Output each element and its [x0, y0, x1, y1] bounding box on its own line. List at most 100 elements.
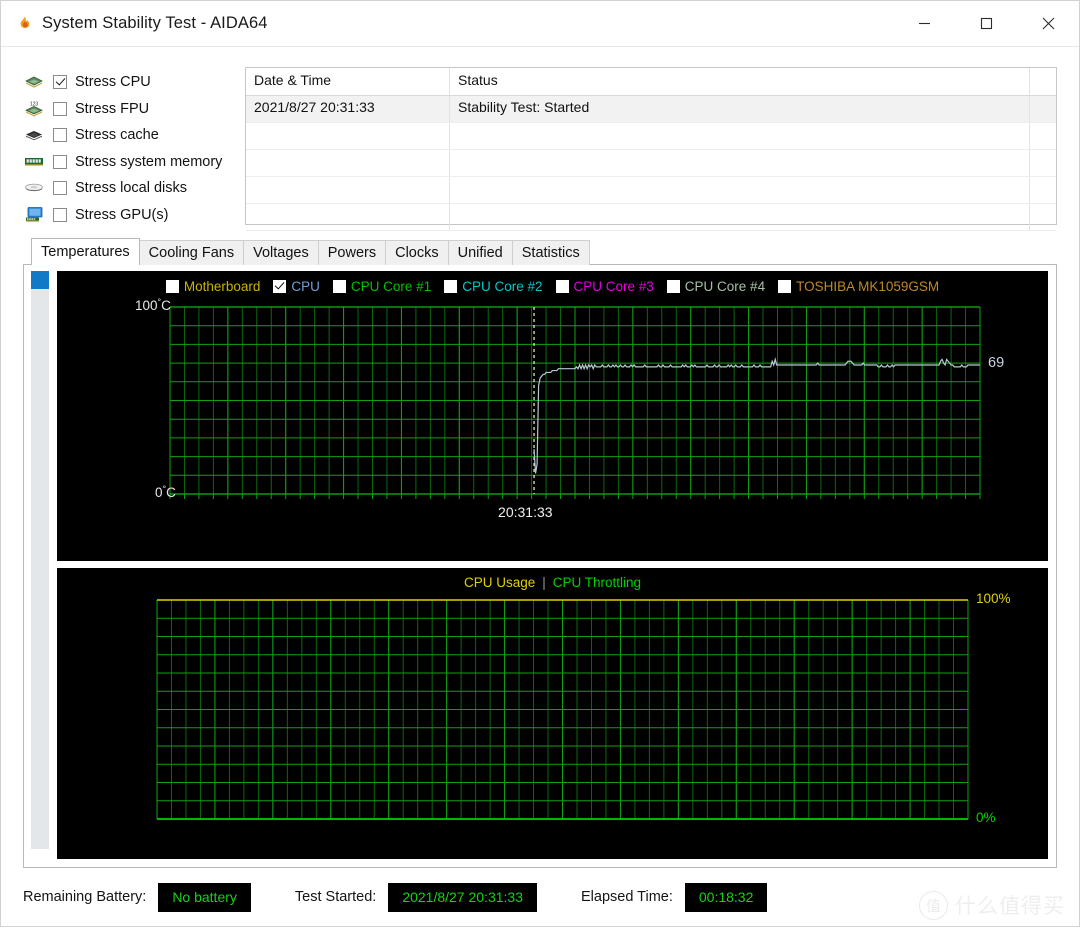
tab-unified[interactable]: Unified [447, 240, 513, 265]
legend-label-cpu-usage[interactable]: CPU Usage [464, 575, 535, 590]
legend-label: Motherboard [183, 279, 261, 294]
scrollbar-track[interactable] [31, 289, 49, 849]
stress-options-list: Stress CPU 123 Stress FPU Stress cache S… [23, 67, 245, 228]
cell-datetime: 2021/8/27 20:31:33 [246, 96, 450, 122]
cell-spacer [1030, 123, 1056, 149]
cell-spacer [1030, 204, 1056, 230]
cell-status [450, 123, 1030, 149]
chart-scrollbar[interactable] [31, 271, 49, 859]
legend-label-cpu-throttling[interactable]: CPU Throttling [553, 575, 641, 590]
legend-item-cpu-core-4[interactable]: CPU Core #4 [666, 279, 766, 294]
temperature-axis-bottom-label: 0°C [155, 484, 176, 500]
watermark-mark: 值 [919, 890, 948, 920]
top-panel: Stress CPU 123 Stress FPU Stress cache S… [1, 47, 1079, 231]
chart-column: Motherboard CPU CPU Core #1 CPU Core #2 … [57, 271, 1048, 859]
stress-option-local-disks[interactable]: Stress local disks [23, 175, 245, 202]
status-bar: Remaining Battery: No battery Test Start… [1, 868, 1079, 926]
cell-spacer [1030, 177, 1056, 203]
charts-container: Motherboard CPU CPU Core #1 CPU Core #2 … [1, 264, 1079, 868]
legend-item-cpu-core-2[interactable]: CPU Core #2 [444, 279, 543, 294]
table-row-empty[interactable] [246, 123, 1056, 150]
battery-label: Remaining Battery: [23, 889, 147, 905]
cell-status [450, 150, 1030, 176]
cell-spacer [1030, 150, 1056, 176]
minimize-icon[interactable] [893, 1, 955, 46]
temperature-current-value: 69 [988, 354, 1005, 371]
usage-axis-top-right-label: 100% [976, 591, 1011, 606]
legend-label: CPU Core #1 [350, 279, 432, 294]
usage-axis-bottom-left-label: 0% [127, 810, 147, 825]
tab-temperatures[interactable]: Temperatures [31, 238, 140, 265]
column-header-spacer [1030, 68, 1056, 95]
stability-test-window: System Stability Test - AIDA64 Stress CP… [0, 0, 1080, 927]
legend-item-toshiba-disk[interactable]: TOSHIBA MK1059GSM [778, 279, 939, 294]
battery-value: No battery [158, 882, 251, 912]
legend-checkbox[interactable] [666, 280, 680, 293]
table-row-empty[interactable] [246, 177, 1056, 204]
watermark-text: 什么值得买 [955, 895, 1065, 918]
gpu-monitor-icon [23, 205, 45, 225]
event-log-table: Date & Time Status 2021/8/27 20:31:33 St… [245, 67, 1057, 231]
legend-item-cpu[interactable]: CPU [273, 279, 320, 294]
hard-disk-icon [23, 178, 45, 198]
usage-axis-bottom-right-label: 0% [976, 810, 996, 825]
temperature-axis-top-label: 100°C [135, 297, 171, 313]
stress-option-label: Stress local disks [75, 180, 188, 197]
temperature-chart[interactable]: Motherboard CPU CPU Core #1 CPU Core #2 … [57, 271, 1048, 561]
legend-checkbox[interactable] [165, 280, 179, 293]
checkbox-stress-gpus[interactable] [53, 207, 67, 222]
maximize-icon[interactable] [955, 1, 1017, 46]
table-row-empty[interactable] [246, 150, 1056, 177]
stress-option-system-memory[interactable]: Stress system memory [23, 149, 245, 176]
column-header-datetime[interactable]: Date & Time [246, 68, 450, 95]
scrollbar-thumb[interactable] [31, 271, 49, 289]
table-row-empty[interactable] [246, 204, 1056, 231]
tab-cooling-fans[interactable]: Cooling Fans [138, 240, 245, 265]
cell-status: Stability Test: Started [450, 96, 1030, 122]
cell-spacer [1030, 96, 1056, 122]
table-row[interactable]: 2021/8/27 20:31:33 Stability Test: Start… [246, 96, 1056, 123]
legend-separator: | [542, 575, 546, 590]
cell-status [450, 204, 1030, 230]
stress-option-gpus[interactable]: Stress GPU(s) [23, 202, 245, 229]
stress-option-label: Stress FPU [75, 100, 150, 117]
cpu-usage-chart[interactable]: CPU Usage | CPU Throttling 100% 0% 100% … [57, 568, 1048, 859]
legend-item-cpu-core-1[interactable]: CPU Core #1 [332, 279, 432, 294]
stress-option-cache[interactable]: Stress cache [23, 122, 245, 149]
elapsed-time-label: Elapsed Time: [580, 889, 673, 905]
charts-panel: Motherboard CPU CPU Core #1 CPU Core #2 … [23, 264, 1057, 868]
cell-status [450, 177, 1030, 203]
tab-clocks[interactable]: Clocks [385, 240, 449, 265]
stress-option-label: Stress cache [75, 127, 159, 144]
usage-legend: CPU Usage | CPU Throttling [57, 575, 1048, 590]
stress-option-fpu[interactable]: 123 Stress FPU [23, 96, 245, 123]
column-header-status[interactable]: Status [450, 68, 1030, 95]
legend-checkbox[interactable] [273, 280, 287, 293]
legend-item-cpu-core-3[interactable]: CPU Core #3 [555, 279, 654, 294]
memory-module-icon [23, 152, 45, 172]
test-started-value: 2021/8/27 20:31:33 [388, 882, 537, 912]
legend-checkbox[interactable] [778, 280, 792, 293]
tab-powers[interactable]: Powers [317, 240, 387, 265]
table-header-row: Date & Time Status [246, 68, 1056, 96]
checkbox-stress-system-memory[interactable] [53, 154, 67, 169]
tab-statistics[interactable]: Statistics [511, 240, 590, 265]
legend-checkbox[interactable] [444, 280, 458, 293]
tab-voltages[interactable]: Voltages [243, 240, 319, 265]
legend-label: CPU Core #4 [684, 279, 766, 294]
checkbox-stress-local-disks[interactable] [53, 181, 67, 196]
legend-label: CPU [291, 279, 320, 294]
legend-item-motherboard[interactable]: Motherboard [165, 279, 261, 294]
cpu-chip-icon [23, 72, 45, 92]
legend-checkbox[interactable] [555, 280, 569, 293]
usage-axis-top-left-label: 100% [115, 591, 150, 606]
cell-datetime [246, 123, 450, 149]
stress-option-cpu[interactable]: Stress CPU [23, 69, 245, 96]
legend-label: TOSHIBA MK1059GSM [796, 279, 940, 294]
watermark: 值 什么值得买 [919, 890, 1065, 920]
close-icon[interactable] [1017, 1, 1079, 46]
checkbox-stress-cpu[interactable] [53, 75, 67, 90]
checkbox-stress-cache[interactable] [53, 128, 67, 143]
legend-checkbox[interactable] [332, 280, 346, 293]
checkbox-stress-fpu[interactable] [53, 101, 67, 116]
